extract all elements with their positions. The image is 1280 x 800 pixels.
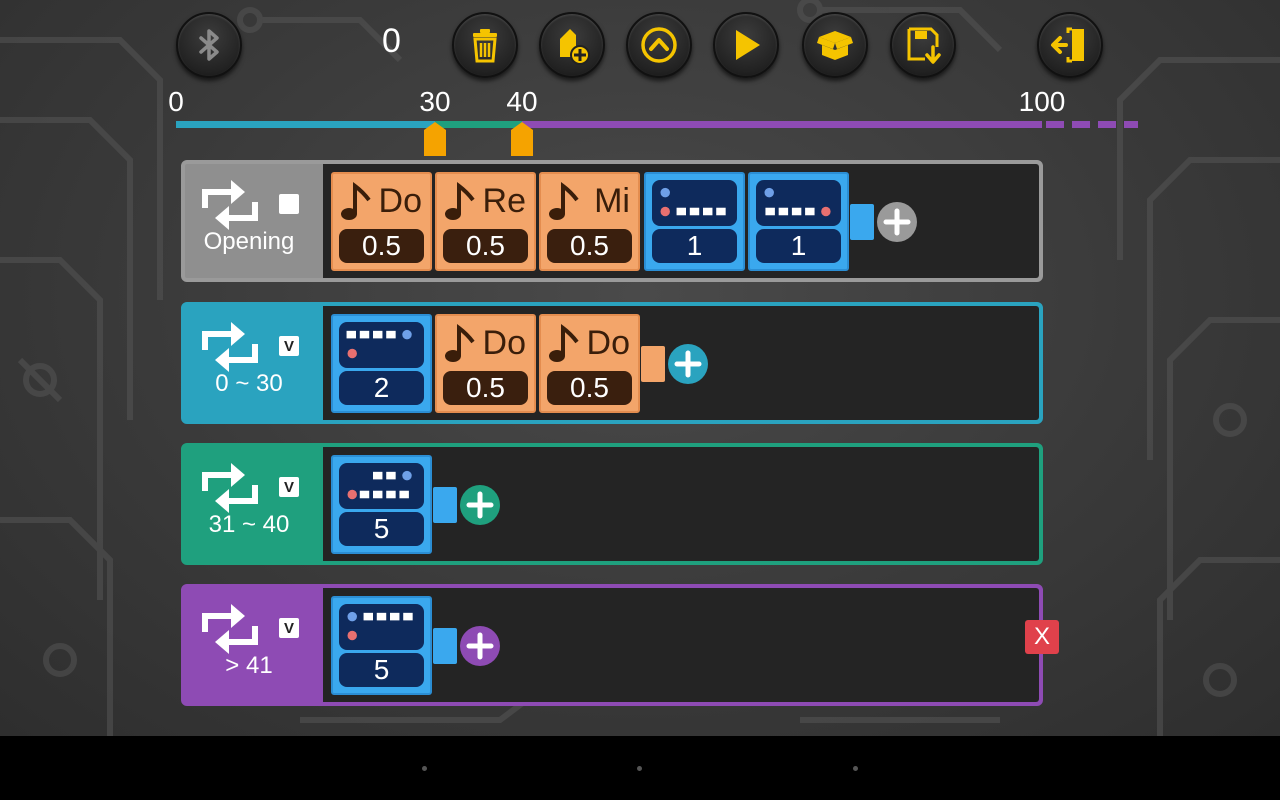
loop-icon	[202, 180, 258, 230]
row-lane: Do 0.5 Re 0.5 Mi 0.5 1 1	[323, 164, 1039, 278]
row-label: Opening	[203, 228, 295, 255]
chevron-up-icon	[641, 27, 677, 63]
plus-icon	[674, 350, 702, 378]
loop-icon	[202, 604, 258, 654]
motor-icon	[339, 604, 424, 650]
motor-block[interactable]: 1	[644, 172, 745, 271]
loop-icon	[202, 463, 258, 513]
duration-value[interactable]: 0.5	[547, 229, 632, 263]
plus-icon	[466, 491, 494, 519]
note-block[interactable]: Do 0.5	[539, 314, 640, 413]
threshold-marker-40[interactable]	[511, 122, 533, 156]
row-header[interactable]: V > 41	[185, 588, 323, 702]
bluetooth-icon	[199, 29, 219, 61]
block-connector	[433, 628, 457, 664]
motor-block[interactable]: 5	[331, 596, 432, 695]
row-checkbox[interactable]: V	[279, 618, 299, 638]
save-button[interactable]	[890, 12, 956, 78]
row-label: 31 ~ 40	[208, 511, 290, 538]
plus-icon	[883, 208, 911, 236]
plus-icon	[466, 632, 494, 660]
row-lane: 5	[323, 447, 1039, 561]
row-checkbox[interactable]: V	[279, 477, 299, 497]
note-name: Mi	[594, 182, 630, 220]
score-counter: 0	[382, 22, 401, 60]
sequence-row-opening: Opening Do 0.5 Re 0.5 Mi 0.5 1 1	[181, 160, 1043, 282]
row-lane: 5	[323, 588, 1039, 702]
motor-block[interactable]: 1	[748, 172, 849, 271]
app-stage: 0 0 30 40 100 Opening Do 0.5 Re 0.5 Mi 0…	[0, 0, 1280, 736]
row-label: > 41	[225, 652, 273, 679]
motor-value[interactable]: 5	[339, 653, 424, 687]
motor-icon	[339, 463, 424, 509]
motor-value[interactable]: 1	[652, 229, 737, 263]
bluetooth-button[interactable]	[176, 12, 242, 78]
row-checkbox[interactable]	[279, 194, 299, 214]
row-header[interactable]: V 31 ~ 40	[185, 447, 323, 561]
scale-label-30: 30	[419, 86, 451, 117]
row-header[interactable]: Opening	[185, 164, 323, 278]
motor-value[interactable]: 2	[339, 371, 424, 405]
sequence-row-range3: V > 41 5	[181, 584, 1043, 706]
note-block[interactable]: Re 0.5	[435, 172, 536, 271]
note-block[interactable]: Do 0.5	[331, 172, 432, 271]
duration-value[interactable]: 0.5	[443, 229, 528, 263]
save-icon	[907, 27, 941, 64]
threshold-marker-30[interactable]	[424, 122, 446, 156]
scroll-up-button[interactable]	[626, 12, 692, 78]
scale-bar-range3	[522, 121, 1042, 128]
duration-value[interactable]: 0.5	[443, 371, 528, 405]
open-box-button[interactable]	[802, 12, 868, 78]
duration-value[interactable]: 0.5	[339, 229, 424, 263]
scale-bar-range2	[435, 121, 522, 128]
motor-value[interactable]: 5	[339, 512, 424, 546]
add-block-icon	[560, 29, 590, 65]
delete-row-button[interactable]: X	[1025, 620, 1059, 654]
motor-block[interactable]: 5	[331, 455, 432, 554]
row-label: 0 ~ 30	[215, 370, 283, 397]
motor-value[interactable]: 1	[756, 229, 841, 263]
note-name: Do	[482, 324, 526, 362]
add-block-button[interactable]	[460, 626, 500, 666]
scale-label-100: 100	[1018, 86, 1066, 117]
exit-door-icon	[1051, 27, 1084, 63]
nav-back-button[interactable]	[422, 766, 427, 771]
motor-block[interactable]: 2	[331, 314, 432, 413]
note-block[interactable]: Mi 0.5	[539, 172, 640, 271]
play-icon	[736, 30, 760, 60]
add-block-button[interactable]	[668, 344, 708, 384]
note-name: Do	[378, 182, 422, 220]
loop-icon	[202, 322, 258, 372]
nav-recents-button[interactable]	[853, 766, 858, 771]
note-block[interactable]: Do 0.5	[435, 314, 536, 413]
play-button[interactable]	[713, 12, 779, 78]
row-header[interactable]: V 0 ~ 30	[185, 306, 323, 420]
scale-bar-range1	[176, 121, 435, 128]
scale-label-0: 0	[168, 86, 184, 117]
trash-button[interactable]	[452, 12, 518, 78]
row-lane: 2 Do 0.5 Do 0.5	[323, 306, 1039, 420]
trash-icon	[473, 29, 497, 63]
motor-icon	[652, 180, 737, 226]
block-connector	[433, 487, 457, 523]
sequence-row-range2: V 31 ~ 40 5	[181, 443, 1043, 565]
add-block-button[interactable]	[539, 12, 605, 78]
add-block-button[interactable]	[877, 202, 917, 242]
block-connector	[850, 204, 874, 240]
note-name: Do	[586, 324, 630, 362]
motor-icon	[756, 180, 841, 226]
nav-home-button[interactable]	[637, 766, 642, 771]
scale-bar-overflow	[1046, 121, 1138, 128]
note-name: Re	[482, 182, 526, 220]
scale-label-40: 40	[506, 86, 538, 117]
duration-value[interactable]: 0.5	[547, 371, 632, 405]
sequence-row-range1: V 0 ~ 30 2 Do 0.5 Do 0.5	[181, 302, 1043, 424]
row-checkbox[interactable]: V	[279, 336, 299, 356]
exit-button[interactable]	[1037, 12, 1103, 78]
add-block-button[interactable]	[460, 485, 500, 525]
block-connector	[641, 346, 665, 382]
motor-icon	[339, 322, 424, 368]
open-box-icon	[817, 31, 853, 60]
